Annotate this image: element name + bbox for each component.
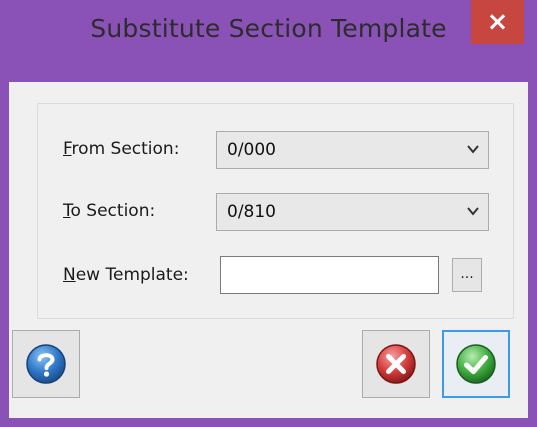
to-section-value: 0/810 [227,202,276,222]
close-button[interactable]: × [471,0,524,44]
dialog-body: From Section: 0/000 To Section: 0/810 Ne… [9,82,528,418]
to-section-combo[interactable]: 0/810 [216,193,489,231]
dialog-window: Substitute Section Template × From Secti… [0,0,537,427]
chevron-down-icon [467,145,479,154]
from-section-label: From Section: [63,139,180,159]
ok-button[interactable] [442,330,510,398]
ok-check-icon [456,344,496,384]
close-icon: × [486,7,509,37]
help-icon [26,344,66,384]
cancel-icon [376,344,416,384]
to-section-label: To Section: [63,201,156,221]
from-section-combo[interactable]: 0/000 [216,131,489,169]
from-section-value: 0/000 [227,140,276,160]
options-group: From Section: 0/000 To Section: 0/810 Ne… [37,103,514,319]
title-bar[interactable]: Substitute Section Template × [0,0,537,82]
new-template-input[interactable] [220,256,439,294]
help-button[interactable] [12,330,80,398]
new-template-label: New Template: [63,265,189,285]
dialog-title: Substitute Section Template [90,14,447,43]
chevron-down-icon [467,207,479,216]
cancel-button[interactable] [362,330,430,398]
browse-button[interactable]: ... [452,258,482,292]
